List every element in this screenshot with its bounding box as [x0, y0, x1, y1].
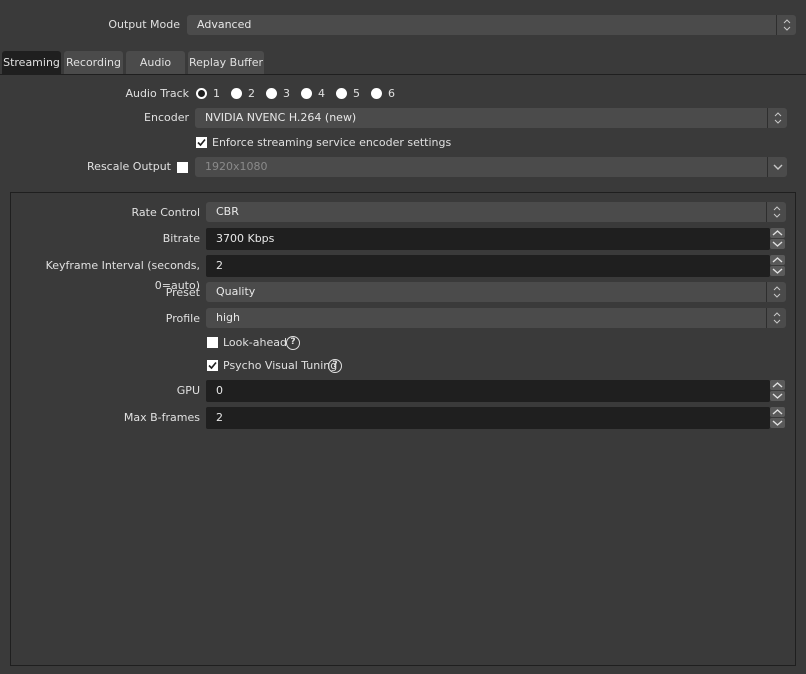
keyframe-value: 2	[216, 259, 223, 272]
audio-track-option-label: 3	[283, 87, 290, 100]
bitrate-spinbox[interactable]: 3700 Kbps	[206, 228, 785, 250]
help-icon[interactable]: ?	[328, 359, 342, 373]
bframes-value: 2	[216, 411, 223, 424]
spin-down-button[interactable]	[770, 239, 785, 249]
rate-control-select[interactable]: CBR	[206, 202, 786, 222]
encoder-select[interactable]: NVIDIA NVENC H.264 (new)	[195, 108, 787, 128]
spin-down-button[interactable]	[770, 418, 785, 428]
rescale-checkbox[interactable]	[177, 162, 188, 173]
tab-audio[interactable]: Audio	[126, 51, 185, 74]
output-mode-select[interactable]: Advanced	[187, 15, 796, 35]
chevron-up-icon	[772, 257, 783, 263]
gpu-spinbox[interactable]: 0	[206, 380, 785, 402]
audio-track-option-label: 4	[318, 87, 325, 100]
spin-down-button[interactable]	[770, 266, 785, 276]
preset-label: Preset	[165, 286, 200, 299]
psycho-visual-checkbox[interactable]	[207, 360, 218, 371]
tab-label: Recording	[65, 56, 122, 69]
updown-arrow-icon	[766, 202, 786, 222]
chevron-down-icon	[772, 393, 783, 399]
profile-select[interactable]: high	[206, 308, 786, 328]
bframes-label: Max B-frames	[123, 411, 200, 424]
rate-control-value: CBR	[216, 205, 239, 218]
enforce-checkbox[interactable]	[196, 137, 207, 148]
profile-label: Profile	[165, 312, 200, 325]
audio-track-option-label: 6	[388, 87, 395, 100]
lookahead-checkbox[interactable]	[207, 337, 218, 348]
output-mode-label: Output Mode	[108, 18, 180, 31]
updown-arrow-icon	[767, 108, 787, 128]
spin-up-button[interactable]	[770, 228, 785, 238]
rescale-resolution-select[interactable]: 1920x1080	[195, 157, 787, 177]
tab-label: Audio	[139, 56, 172, 69]
checkmark-icon	[197, 138, 206, 147]
tab-streaming[interactable]: Streaming	[2, 51, 61, 74]
chevron-down-icon	[767, 157, 787, 177]
help-icon[interactable]: ?	[286, 336, 300, 350]
enforce-label: Enforce streaming service encoder settin…	[212, 136, 452, 149]
tab-label: Streaming	[3, 56, 60, 69]
encoder-label: Encoder	[144, 111, 189, 124]
audio-track-radio-4[interactable]	[301, 88, 312, 99]
tab-replay-buffer[interactable]: Replay Buffer	[188, 51, 264, 74]
chevron-up-icon	[772, 409, 783, 415]
bframes-spinbox[interactable]: 2	[206, 407, 785, 429]
bitrate-value: 3700 Kbps	[216, 232, 275, 245]
audio-track-label: Audio Track	[125, 87, 189, 100]
tab-bar-divider	[0, 74, 806, 75]
audio-track-radio-2[interactable]	[231, 88, 242, 99]
preset-value: Quality	[216, 285, 256, 298]
updown-arrow-icon	[766, 282, 786, 302]
gpu-value: 0	[216, 384, 223, 397]
updown-arrow-icon	[766, 308, 786, 328]
audio-track-radio-6[interactable]	[371, 88, 382, 99]
output-mode-value: Advanced	[197, 18, 252, 31]
audio-track-radio-5[interactable]	[336, 88, 347, 99]
audio-track-radio-1[interactable]	[196, 88, 207, 99]
chevron-up-icon	[772, 382, 783, 388]
gpu-label: GPU	[176, 384, 200, 397]
lookahead-label: Look-ahead	[223, 336, 287, 349]
profile-value: high	[216, 311, 240, 324]
encoder-value: NVIDIA NVENC H.264 (new)	[205, 111, 357, 124]
rate-control-label: Rate Control	[131, 206, 200, 219]
chevron-down-icon	[772, 268, 783, 274]
audio-track-option-label: 1	[213, 87, 220, 100]
chevron-up-icon	[772, 230, 783, 236]
rescale-value: 1920x1080	[205, 160, 268, 173]
preset-select[interactable]: Quality	[206, 282, 786, 302]
chevron-down-icon	[772, 420, 783, 426]
updown-arrow-icon	[776, 15, 796, 35]
checkmark-icon	[208, 361, 217, 370]
spin-down-button[interactable]	[770, 391, 785, 401]
chevron-down-icon	[772, 241, 783, 247]
audio-track-radio-3[interactable]	[266, 88, 277, 99]
spin-up-button[interactable]	[770, 255, 785, 265]
bitrate-label: Bitrate	[162, 232, 200, 245]
keyframe-spinbox[interactable]: 2	[206, 255, 785, 277]
tab-recording[interactable]: Recording	[64, 51, 123, 74]
tab-label: Replay Buffer	[188, 56, 264, 69]
psycho-visual-label: Psycho Visual Tuning	[223, 359, 338, 372]
rescale-label: Rescale Output	[87, 160, 171, 173]
audio-track-option-label: 2	[248, 87, 255, 100]
audio-track-option-label: 5	[353, 87, 360, 100]
spin-up-button[interactable]	[770, 380, 785, 390]
spin-up-button[interactable]	[770, 407, 785, 417]
